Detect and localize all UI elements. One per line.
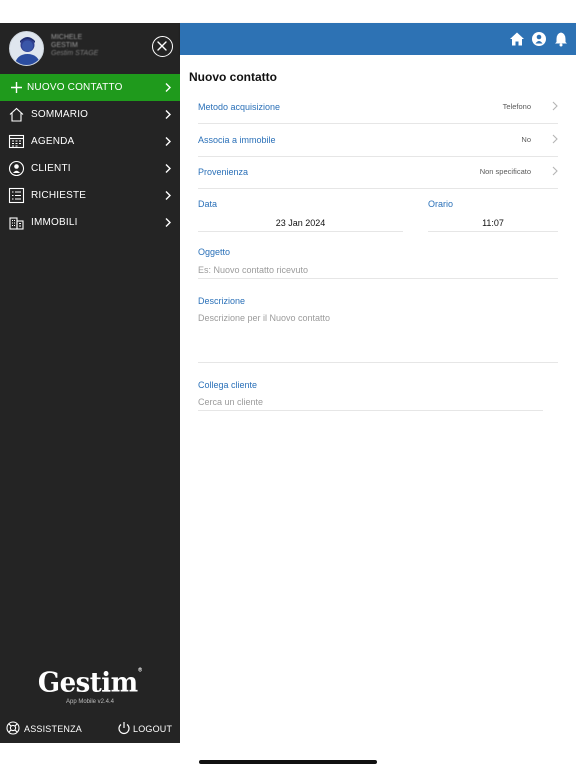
acquisition-method-value: Telefono bbox=[502, 102, 531, 111]
assistance-button[interactable]: ASSISTENZA bbox=[6, 719, 86, 737]
client-search-input[interactable]: Cerca un cliente bbox=[198, 397, 543, 407]
link-client-label: Collega cliente bbox=[198, 380, 258, 390]
plus-icon bbox=[11, 82, 22, 93]
subject-label: Oggetto bbox=[198, 247, 231, 257]
sidebar-item-label: IMMOBILI bbox=[31, 217, 78, 228]
sidebar-item-label: NUOVO CONTATTO bbox=[27, 82, 123, 93]
close-sidebar-button[interactable] bbox=[152, 36, 173, 57]
acquisition-method-row[interactable]: Metodo acquisizione Telefono bbox=[198, 92, 558, 124]
date-label: Data bbox=[198, 199, 218, 209]
sidebar-item-sommario[interactable]: SOMMARIO bbox=[0, 101, 180, 128]
chevron-right-icon bbox=[165, 164, 171, 173]
close-icon bbox=[157, 41, 167, 51]
sidebar-item-label: CLIENTI bbox=[31, 163, 71, 174]
sidebar-item-immobili[interactable]: IMMOBILI bbox=[0, 209, 180, 236]
sidebar-item-richieste[interactable]: RICHIESTE bbox=[0, 182, 180, 209]
top-bar bbox=[180, 23, 576, 55]
profile-role: Gestim STAGE bbox=[51, 50, 99, 57]
chevron-right-icon bbox=[552, 101, 558, 111]
origin-row[interactable]: Provenienza Non specificato bbox=[198, 157, 558, 189]
date-underline bbox=[198, 231, 403, 232]
avatar bbox=[9, 31, 44, 66]
time-label: Orario bbox=[428, 199, 454, 209]
assistance-label: ASSISTENZA bbox=[24, 724, 83, 734]
sidebar-item-nuovo-contatto[interactable]: NUOVO CONTATTO bbox=[0, 74, 180, 101]
status-bar bbox=[0, 0, 576, 23]
associate-property-value: No bbox=[521, 135, 531, 144]
client-underline bbox=[198, 410, 543, 411]
chevron-right-icon bbox=[165, 137, 171, 146]
power-icon bbox=[118, 722, 130, 735]
brand: Gestim® App Mobile v2.4.4 bbox=[0, 667, 180, 705]
subject-underline bbox=[198, 278, 558, 279]
chevron-right-icon bbox=[165, 191, 171, 200]
description-textarea[interactable]: Descrizione per il Nuovo contatto bbox=[198, 313, 558, 363]
avatar-person-icon bbox=[14, 37, 41, 65]
logout-button[interactable]: LOGOUT bbox=[117, 719, 175, 737]
user-icon bbox=[8, 160, 25, 177]
home-indicator bbox=[199, 760, 377, 764]
origin-value: Non specificato bbox=[479, 167, 531, 176]
calendar-icon bbox=[8, 134, 25, 149]
sidebar: MICHELE GESTIM Gestim STAGE NUOVO CONTAT… bbox=[0, 23, 180, 743]
page-title: Nuovo contatto bbox=[189, 70, 277, 84]
chevron-right-icon bbox=[165, 218, 171, 227]
sidebar-item-label: AGENDA bbox=[31, 136, 75, 147]
profile-text: MICHELE GESTIM Gestim STAGE bbox=[51, 34, 98, 58]
description-underline bbox=[198, 362, 558, 363]
bell-icon[interactable] bbox=[553, 31, 569, 47]
time-field[interactable]: 11:07 bbox=[428, 218, 558, 228]
associate-property-row[interactable]: Associa a immobile No bbox=[198, 125, 558, 157]
user-icon[interactable] bbox=[531, 31, 547, 47]
home-icon[interactable] bbox=[509, 31, 525, 47]
origin-label: Provenienza bbox=[198, 167, 249, 177]
time-underline bbox=[428, 231, 558, 232]
main-content: Nuovo contatto Metodo acquisizione Telef… bbox=[180, 55, 576, 743]
associate-property-label: Associa a immobile bbox=[198, 135, 276, 145]
list-icon bbox=[8, 187, 25, 204]
profile-name-line1: MICHELE bbox=[51, 34, 83, 41]
chevron-right-icon bbox=[165, 110, 171, 119]
home-icon bbox=[9, 107, 24, 122]
sidebar-menu: NUOVO CONTATTO SOMMARIO AGENDA CLIENTI R… bbox=[0, 74, 180, 236]
logout-label: LOGOUT bbox=[133, 724, 173, 734]
lifebuoy-icon bbox=[6, 721, 20, 735]
sidebar-item-label: SOMMARIO bbox=[31, 109, 89, 120]
sidebar-item-clienti[interactable]: CLIENTI bbox=[0, 155, 180, 182]
acquisition-method-label: Metodo acquisizione bbox=[198, 102, 281, 112]
subject-input[interactable]: Es: Nuovo contatto ricevuto bbox=[198, 265, 558, 275]
sidebar-item-label: RICHIESTE bbox=[31, 190, 87, 201]
profile-name-line2: GESTIM bbox=[51, 42, 78, 49]
brand-logo: Gestim® bbox=[37, 667, 143, 699]
building-icon bbox=[9, 217, 24, 230]
chevron-right-icon bbox=[165, 83, 171, 92]
chevron-right-icon bbox=[552, 134, 558, 144]
profile: MICHELE GESTIM Gestim STAGE bbox=[0, 23, 180, 74]
description-label: Descrizione bbox=[198, 296, 246, 306]
app-version: App Mobile v2.4.4 bbox=[65, 699, 115, 705]
date-field[interactable]: 23 Jan 2024 bbox=[198, 218, 403, 228]
bottom-strip bbox=[0, 743, 576, 768]
sidebar-item-agenda[interactable]: AGENDA bbox=[0, 128, 180, 155]
registered-mark-icon: ® bbox=[137, 667, 143, 674]
brand-logo-text: Gestim bbox=[37, 667, 138, 699]
chevron-right-icon bbox=[552, 166, 558, 176]
